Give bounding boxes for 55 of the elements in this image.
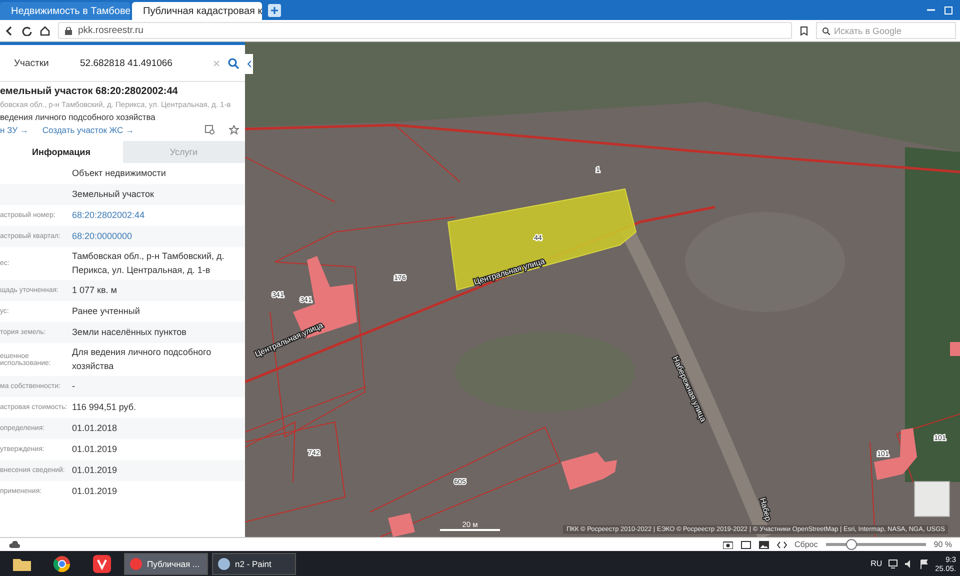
action-link[interactable]: н ЗУ → bbox=[0, 125, 28, 135]
action-link[interactable]: Создать участок ЖС → bbox=[42, 125, 134, 135]
address-bar[interactable]: pkk.rosreestr.ru bbox=[58, 22, 792, 39]
field-link[interactable]: 68:20:2802002:44 bbox=[72, 208, 245, 222]
field-value: 01.01.2019 bbox=[72, 484, 118, 498]
field-value: Тамбовская обл., р-н Тамбовский, д. Перикса, ул. Центральная, д. 1-в bbox=[72, 250, 226, 277]
coordinates-input[interactable]: 52.682818 41.491066 bbox=[80, 58, 205, 68]
parcel-purpose: ведения личного подсобного хозяйства bbox=[0, 112, 156, 122]
selected-parcel[interactable] bbox=[447, 188, 637, 291]
browser-tab[interactable]: Публичная кадастровая к bbox=[132, 2, 262, 20]
code-icon[interactable] bbox=[776, 540, 786, 548]
taskbar-window[interactable]: n2 - Paint bbox=[212, 552, 296, 574]
camera-icon[interactable] bbox=[722, 540, 732, 548]
flag-icon[interactable] bbox=[920, 558, 930, 568]
home-icon[interactable] bbox=[40, 26, 50, 36]
aerial-photo[interactable] bbox=[245, 42, 960, 537]
field-link[interactable]: 68:20:0000000 bbox=[72, 230, 245, 244]
lock-icon bbox=[65, 26, 72, 34]
search-icon[interactable] bbox=[228, 58, 239, 68]
star-icon[interactable] bbox=[229, 125, 239, 135]
bookmark-icon[interactable] bbox=[800, 26, 808, 36]
zoom-slider-thumb[interactable] bbox=[846, 539, 857, 550]
category-dropdown[interactable]: Участки bbox=[14, 58, 72, 68]
back-icon[interactable] bbox=[4, 26, 14, 36]
language-indicator[interactable]: RU bbox=[870, 559, 882, 568]
zoom-to-icon[interactable] bbox=[205, 125, 215, 135]
new-tab-icon[interactable] bbox=[268, 4, 281, 17]
image-icon[interactable] bbox=[758, 540, 768, 548]
field-value: - bbox=[72, 380, 76, 393]
app-icon bbox=[129, 556, 143, 570]
field-value: Ранее учтенный bbox=[72, 304, 141, 318]
search-icon bbox=[822, 26, 830, 34]
field-value: 01.01.2018 bbox=[72, 422, 118, 435]
field-value: 01.01.2019 bbox=[72, 464, 118, 477]
browser-tab[interactable]: Недвижимость в Тамбове bbox=[0, 2, 130, 20]
field-value: Земли населённых пунктов bbox=[72, 326, 188, 339]
field-value: 116 994,51 руб. bbox=[72, 400, 138, 414]
taskbar-window[interactable]: Публичная ... bbox=[124, 552, 208, 574]
restore-icon[interactable] bbox=[944, 5, 954, 15]
window-icon[interactable] bbox=[740, 540, 750, 548]
field-value: Объект недвижимости bbox=[72, 166, 167, 180]
parcel-title: емельный участок 68:20:2802002:44 bbox=[0, 86, 179, 97]
reload-icon[interactable] bbox=[22, 26, 32, 36]
app-icon bbox=[217, 556, 231, 570]
street-label: Набер bbox=[758, 496, 773, 522]
collapse-handle[interactable] bbox=[245, 54, 253, 74]
cloud-icon bbox=[8, 540, 20, 548]
field-value: 1 077 кв. м bbox=[72, 284, 118, 297]
chevron-left-icon bbox=[246, 60, 252, 68]
reset-zoom-link[interactable]: Сброс bbox=[794, 540, 818, 549]
field-value: Земельный участок bbox=[72, 188, 155, 201]
field-value: Для ведения личного подсобного хозяйства bbox=[72, 346, 212, 372]
network-icon[interactable] bbox=[888, 558, 898, 568]
field-value: 01.01.2019 bbox=[72, 442, 118, 456]
zoom-percent: 90 % bbox=[934, 540, 952, 549]
